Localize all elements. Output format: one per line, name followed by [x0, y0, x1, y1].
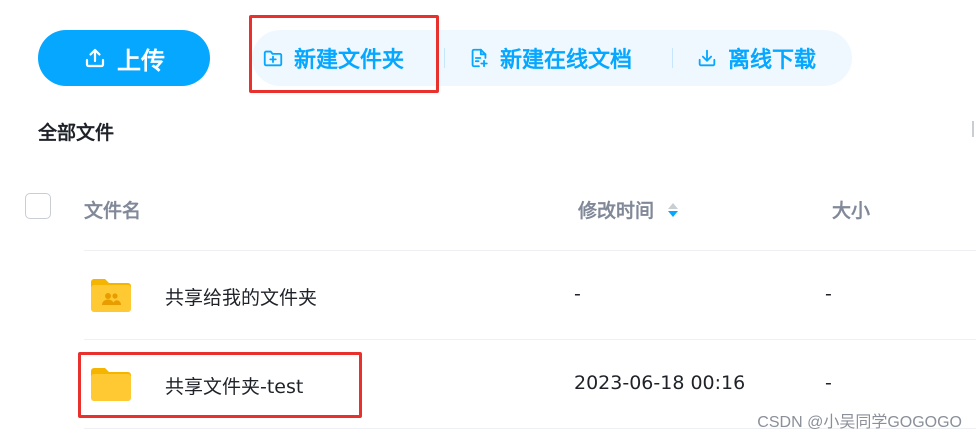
action-toolbar: 新建文件夹 新建在线文档 离线下载: [252, 30, 852, 86]
file-modified-time: -: [574, 283, 581, 305]
file-modified-time: 2023-06-18 00:16: [574, 372, 746, 394]
offline-download-button[interactable]: 离线下载: [696, 42, 816, 74]
column-header-name[interactable]: 文件名: [84, 196, 141, 223]
new-online-doc-button[interactable]: 新建在线文档: [468, 42, 632, 74]
file-name[interactable]: 共享文件夹-test: [165, 372, 303, 399]
new-doc-icon: [471, 48, 488, 68]
file-name[interactable]: 共享给我的文件夹: [165, 283, 317, 310]
column-header-modified-label: 修改时间: [578, 200, 655, 222]
folder-icon: [91, 368, 131, 401]
shared-folder-icon: [91, 279, 131, 312]
column-header-size[interactable]: 大小: [832, 196, 870, 223]
new-folder-label: 新建文件夹: [294, 48, 405, 73]
new-folder-button[interactable]: 新建文件夹: [262, 42, 404, 74]
upload-label: 上传: [117, 46, 165, 75]
download-icon: [698, 49, 716, 67]
toolbar-divider: [672, 48, 673, 68]
watermark: CSDN @小吴同学GOGOGO: [757, 414, 962, 431]
scroll-edge: [972, 121, 974, 137]
toolbar-divider: [444, 48, 445, 68]
table-row[interactable]: 共享给我的文件夹 - -: [0, 251, 976, 339]
sort-icon[interactable]: [668, 202, 679, 217]
new-online-doc-label: 新建在线文档: [500, 48, 633, 73]
breadcrumb[interactable]: 全部文件: [38, 118, 114, 145]
upload-icon: [85, 48, 105, 68]
select-all-checkbox[interactable]: [25, 193, 51, 219]
file-size: -: [825, 283, 832, 305]
file-size: -: [825, 372, 832, 394]
new-folder-icon: [263, 50, 283, 67]
offline-download-label: 离线下载: [728, 48, 817, 73]
column-header-modified[interactable]: 修改时间: [578, 196, 679, 223]
upload-button[interactable]: 上传: [38, 30, 210, 86]
